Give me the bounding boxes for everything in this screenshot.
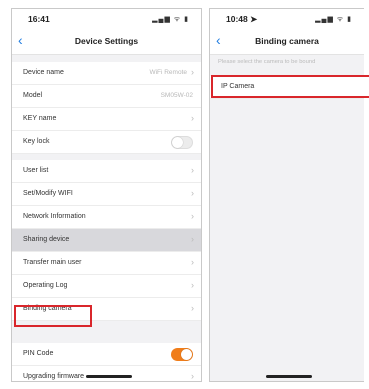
- toggle-knob: [181, 349, 192, 360]
- settings-row-operating-log[interactable]: Operating Log ›: [12, 275, 201, 298]
- row-label: Upgrading firmware: [23, 373, 85, 380]
- ip-camera-highlight: [211, 75, 369, 98]
- row-label: PIN Code: [23, 350, 54, 357]
- row-value: SM05W-02: [160, 92, 193, 99]
- row-label: Sharing device: [23, 236, 70, 243]
- settings-row-network-information[interactable]: Network Information ›: [12, 206, 201, 229]
- row-label: Model: [23, 92, 43, 99]
- row-label: Transfer main user: [23, 259, 82, 266]
- toggle-knob: [172, 137, 183, 148]
- row-label: User list: [23, 167, 49, 174]
- binding-camera-highlight: [14, 305, 92, 327]
- status-bar: 10:48 ➤ ▂▄▆ ᯤ ▮: [210, 9, 364, 29]
- settings-row-set-modify-wifi[interactable]: Set/Modify WIFI ›: [12, 183, 201, 206]
- chevron-right-icon: ›: [191, 67, 194, 77]
- toggle-switch[interactable]: [171, 348, 193, 361]
- page-title: Device Settings: [74, 36, 139, 46]
- chevron-right-icon: ›: [191, 234, 194, 244]
- home-indicator: [86, 375, 132, 378]
- settings-group-management: User list › Set/Modify WIFI › Network Inform…: [12, 160, 201, 321]
- row-label: Network Information: [23, 213, 86, 220]
- row-label: Set/Modify WIFI: [23, 190, 73, 197]
- settings-group-device: Device name WiFi Remote › Model SM05W-02 KEY …: [12, 62, 201, 154]
- chevron-right-icon: ›: [191, 188, 194, 198]
- settings-row-device-name[interactable]: Device name WiFi Remote ›: [12, 62, 201, 85]
- status-icons: ▂▄▆ ᯤ ▮: [152, 16, 189, 23]
- nav-bar: ‹ Device Settings: [12, 29, 201, 55]
- chevron-right-icon: ›: [191, 113, 194, 123]
- home-indicator: [266, 375, 312, 378]
- row-label: Operating Log: [23, 282, 68, 289]
- chevron-right-icon: ›: [191, 371, 194, 381]
- settings-row-sharing-device[interactable]: Sharing device ›: [12, 229, 201, 252]
- instruction-text: Please select the camera to be bound: [218, 59, 316, 65]
- chevron-right-icon: ›: [191, 211, 194, 221]
- chevron-right-icon: ›: [191, 257, 194, 267]
- chevron-right-icon: ›: [191, 303, 194, 313]
- nav-bar: ‹ Binding camera: [210, 29, 364, 55]
- chevron-right-icon: ›: [191, 280, 194, 290]
- settings-row-model[interactable]: Model SM05W-02: [12, 85, 201, 108]
- toggle-switch[interactable]: [171, 136, 193, 149]
- settings-row-user-list[interactable]: User list ›: [12, 160, 201, 183]
- status-time: 10:48 ➤: [226, 14, 258, 24]
- settings-row-upgrading-firmware[interactable]: Upgrading firmware ›: [12, 366, 201, 381]
- status-bar: 16:41 ▂▄▆ ᯤ ▮: [12, 9, 201, 29]
- status-icons: ▂▄▆ ᯤ ▮: [315, 16, 352, 23]
- binding-camera-screen: 10:48 ➤ ▂▄▆ ᯤ ▮ ‹ Binding camera Please …: [209, 8, 364, 382]
- settings-row-transfer-main-user[interactable]: Transfer main user ›: [12, 252, 201, 275]
- row-label: Device name: [23, 69, 64, 76]
- settings-row-key-lock[interactable]: Key lock: [12, 131, 201, 154]
- row-value: WiFi Remote: [149, 69, 187, 76]
- row-label: Key lock: [23, 138, 50, 145]
- chevron-right-icon: ›: [191, 165, 194, 175]
- status-time: 16:41: [28, 14, 50, 24]
- settings-row-key-name[interactable]: KEY name ›: [12, 108, 201, 131]
- settings-row-pin-code[interactable]: PIN Code: [12, 343, 201, 366]
- page-title: Binding camera: [255, 36, 319, 46]
- row-label: KEY name: [23, 115, 57, 122]
